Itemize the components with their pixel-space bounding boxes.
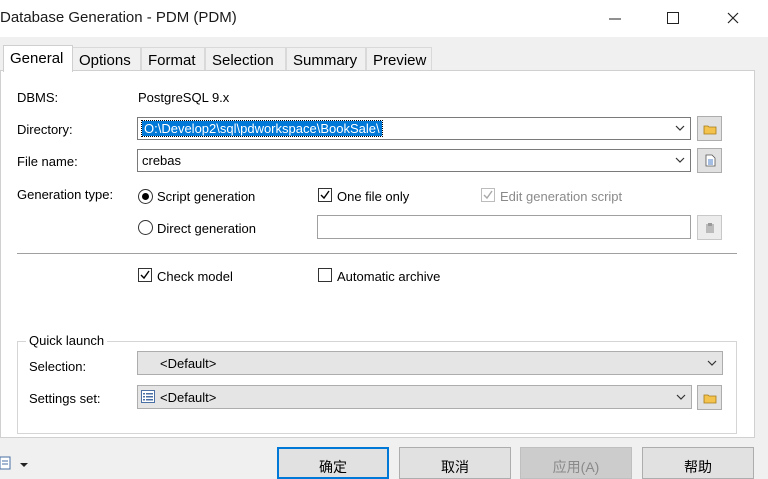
script-generation-radio[interactable]	[138, 189, 153, 204]
minimize-button[interactable]	[600, 4, 630, 32]
tab-preview[interactable]: Preview	[366, 47, 432, 71]
file-properties-button[interactable]	[697, 148, 722, 173]
checkmark-icon	[320, 190, 330, 200]
ok-button[interactable]: 确定	[277, 447, 389, 479]
settings-set-browse-button[interactable]	[697, 385, 722, 410]
quick-launch-title: Quick launch	[26, 333, 108, 348]
help-button[interactable]: 帮助	[642, 447, 754, 479]
dbms-value: PostgreSQL 9.x	[138, 90, 230, 105]
settings-set-label: Settings set:	[29, 391, 101, 406]
cancel-button[interactable]: 取消	[399, 447, 511, 479]
edit-generation-script-label[interactable]: Edit generation script	[500, 189, 622, 204]
settings-dropdown-icon	[0, 456, 28, 470]
filename-input[interactable]: crebas	[142, 153, 181, 168]
folder-icon	[703, 125, 716, 134]
browse-directory-button[interactable]	[697, 116, 722, 141]
selection-value: <Default>	[160, 356, 217, 371]
separator	[17, 253, 737, 254]
checkmark-icon	[483, 190, 493, 200]
filename-combobox[interactable]: crebas	[137, 149, 691, 172]
script-generation-label[interactable]: Script generation	[157, 189, 255, 204]
checkmark-icon	[140, 270, 150, 280]
check-model-checkbox[interactable]	[138, 268, 152, 282]
folder-icon	[703, 394, 716, 403]
apply-button[interactable]: 应用(A)	[520, 447, 632, 479]
settings-list-icon	[141, 390, 155, 403]
chevron-down-icon[interactable]	[675, 391, 687, 403]
settings-set-value: <Default>	[160, 390, 217, 405]
data-source-button[interactable]	[697, 215, 722, 240]
automatic-archive-label[interactable]: Automatic archive	[337, 269, 440, 284]
directory-label: Directory:	[17, 122, 73, 137]
check-model-label[interactable]: Check model	[157, 269, 233, 284]
directory-input[interactable]: O:\Develop2\sql\pdworkspace\BookSale\	[141, 120, 383, 137]
edit-generation-script-checkbox[interactable]	[481, 188, 495, 202]
direct-generation-radio[interactable]	[138, 220, 153, 235]
generation-type-label: Generation type:	[17, 187, 114, 202]
data-source-field[interactable]	[317, 215, 691, 239]
automatic-archive-checkbox[interactable]	[318, 268, 332, 282]
one-file-only-label[interactable]: One file only	[337, 189, 409, 204]
tab-options[interactable]: Options	[72, 47, 141, 71]
selection-label: Selection:	[29, 359, 87, 374]
tab-summary[interactable]: Summary	[286, 47, 366, 71]
tab-format[interactable]: Format	[141, 47, 205, 71]
title-bar[interactable]: Database Generation - PDM (PDM)	[0, 0, 768, 37]
chevron-down-icon[interactable]	[674, 122, 686, 134]
settings-menu-button[interactable]	[0, 455, 34, 473]
maximize-button[interactable]	[658, 4, 688, 32]
tab-general[interactable]: General	[3, 45, 73, 72]
document-icon	[705, 154, 715, 167]
window-title: Database Generation - PDM (PDM)	[0, 9, 237, 26]
database-icon	[705, 222, 714, 233]
close-button[interactable]	[718, 4, 748, 32]
direct-generation-label[interactable]: Direct generation	[157, 221, 256, 236]
directory-combobox[interactable]: O:\Develop2\sql\pdworkspace\BookSale\	[137, 117, 691, 140]
chevron-down-icon[interactable]	[706, 357, 718, 369]
dbms-label: DBMS:	[17, 90, 59, 105]
settings-set-combobox[interactable]: <Default>	[137, 385, 692, 409]
one-file-only-checkbox[interactable]	[318, 188, 332, 202]
tab-selection[interactable]: Selection	[205, 47, 286, 71]
tab-strip: General Options Format Selection Summary…	[0, 45, 768, 72]
selection-combobox[interactable]: <Default>	[137, 351, 723, 375]
filename-label: File name:	[17, 154, 78, 169]
chevron-down-icon[interactable]	[674, 154, 686, 166]
